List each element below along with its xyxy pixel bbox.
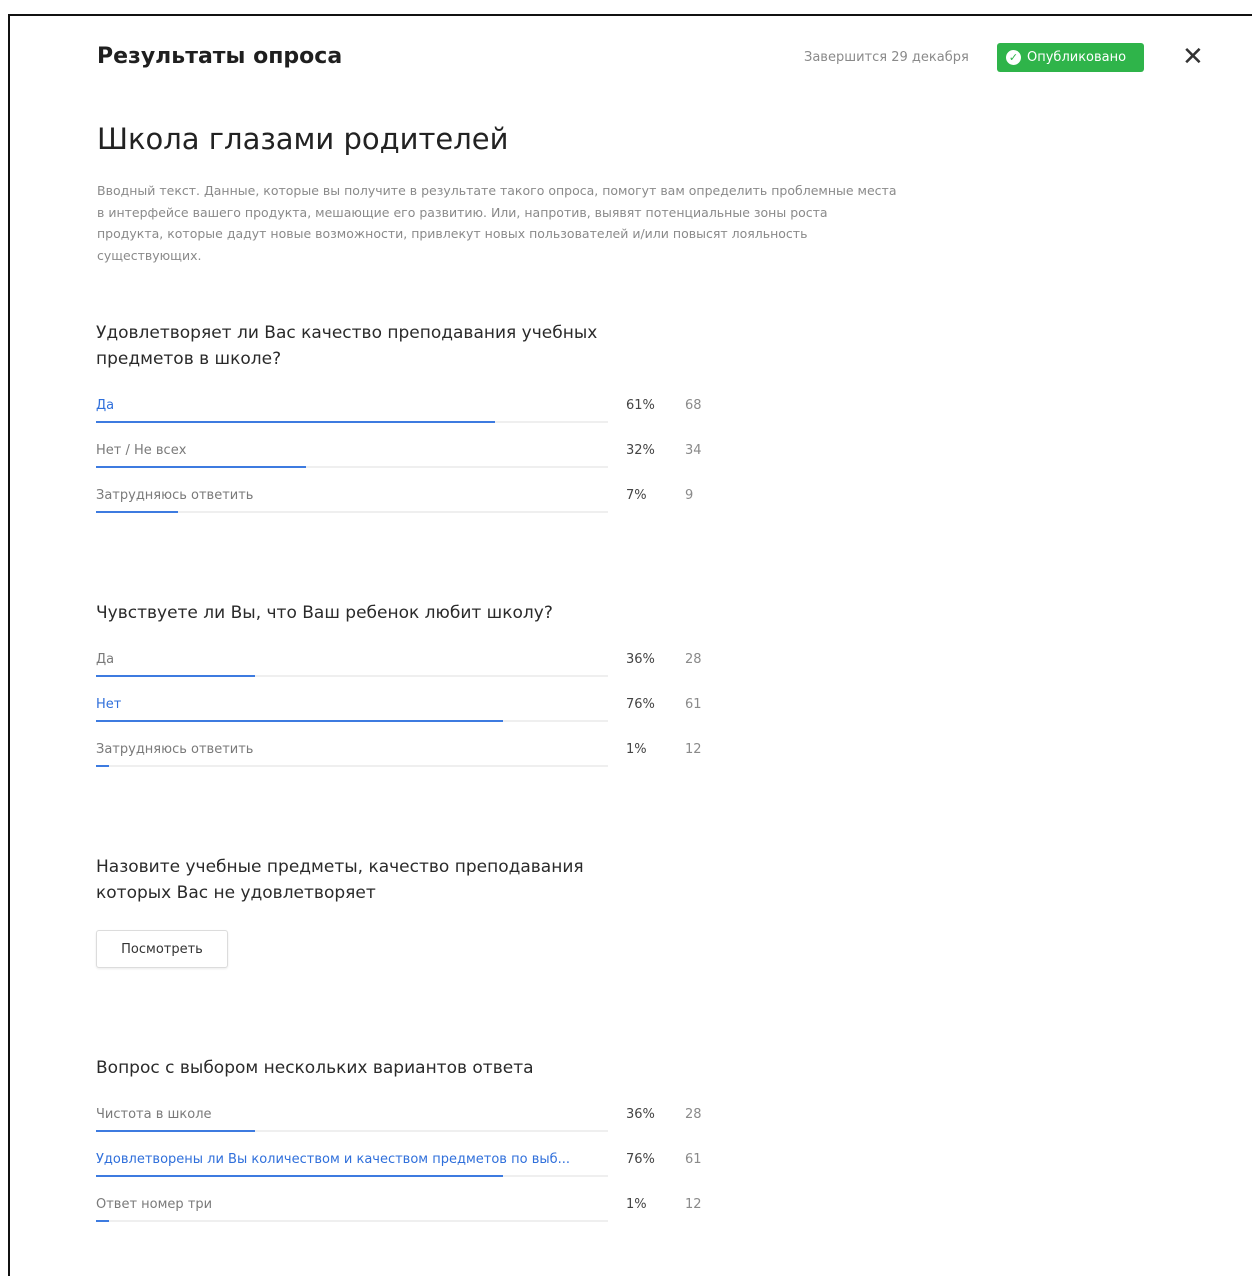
answer-label: Затрудняюсь ответить [96, 488, 254, 503]
answer-percent: 36% [626, 1107, 655, 1122]
progress-fill [96, 466, 306, 468]
answer-count: 61 [685, 1152, 702, 1167]
status-badge-label: Опубликовано [1027, 50, 1127, 65]
progress-track [96, 1130, 608, 1132]
answer-percent: 61% [626, 398, 655, 413]
progress-track [96, 675, 608, 677]
answer-count: 34 [685, 443, 702, 458]
question-title: Удовлетворяет ли Вас качество преподаван… [96, 323, 598, 369]
answer-percent: 1% [626, 742, 647, 757]
survey-title: Школа глазами родителей [97, 122, 509, 156]
check-circle-icon: ✓ [1006, 50, 1021, 65]
answer-count: 28 [685, 652, 702, 667]
answer-count: 9 [685, 488, 694, 503]
answer-option: Ответ номер три 1% 12 [96, 1197, 716, 1242]
question-2: Чувствуете ли Вы, что Ваш ребенок любит … [96, 600, 636, 626]
answer-option: Нет / Не всех 32% 34 [96, 443, 716, 488]
progress-fill [96, 765, 109, 767]
progress-track [96, 720, 608, 722]
answer-option: Затрудняюсь ответить 1% 12 [96, 742, 716, 787]
answer-label: Ответ номер три [96, 1197, 213, 1212]
progress-fill [96, 1220, 109, 1222]
answer-percent: 32% [626, 443, 655, 458]
question-title: Назовите учебные предметы, качество преп… [96, 857, 584, 903]
progress-fill [96, 675, 255, 677]
answer-percent: 36% [626, 652, 655, 667]
progress-fill [96, 511, 178, 513]
progress-track [96, 466, 608, 468]
answer-label: Чистота в школе [96, 1107, 212, 1122]
close-icon[interactable]: ✕ [1182, 44, 1204, 70]
answer-option: Нет 76% 61 [96, 697, 716, 742]
answer-count: 61 [685, 697, 702, 712]
answer-percent: 76% [626, 697, 655, 712]
progress-track [96, 511, 608, 513]
answer-option: Затрудняюсь ответить 7% 9 [96, 488, 716, 533]
progress-track [96, 765, 608, 767]
answer-count: 12 [685, 742, 702, 757]
status-badge: ✓ Опубликовано [997, 43, 1144, 72]
answer-count: 68 [685, 398, 702, 413]
dialog-header: Результаты опроса Завершится 29 декабря … [97, 42, 1207, 74]
answer-option: Да 61% 68 [96, 398, 716, 443]
answer-label: Затрудняюсь ответить [96, 742, 254, 757]
answer-label: Нет [96, 697, 122, 712]
survey-intro: Вводный текст. Данные, которые вы получи… [97, 183, 897, 263]
page-title: Результаты опроса [97, 44, 343, 69]
progress-fill [96, 1130, 255, 1132]
answer-count: 28 [685, 1107, 702, 1122]
progress-track [96, 421, 608, 423]
answer-percent: 7% [626, 488, 647, 503]
progress-fill [96, 720, 504, 722]
progress-fill [96, 421, 496, 423]
answer-label: Да [96, 652, 115, 667]
answer-percent: 76% [626, 1152, 655, 1167]
question-4: Вопрос с выбором нескольких вариантов от… [96, 1055, 696, 1081]
answer-label: Удовлетворены ли Вы количеством и качест… [96, 1152, 571, 1167]
question-3: Назовите учебные предметы, качество преп… [96, 854, 656, 906]
progress-track [96, 1220, 608, 1222]
answer-option: Чистота в школе 36% 28 [96, 1107, 716, 1152]
answer-percent: 1% [626, 1197, 647, 1212]
progress-track [96, 1175, 608, 1177]
question-1: Удовлетворяет ли Вас качество преподаван… [96, 320, 636, 372]
question-title: Чувствуете ли Вы, что Ваш ребенок любит … [96, 603, 553, 623]
question-title: Вопрос с выбором нескольких вариантов от… [96, 1058, 534, 1078]
answer-label: Нет / Не всех [96, 443, 187, 458]
deadline-text: Завершится 29 декабря [804, 50, 969, 65]
view-answers-button[interactable]: Посмотреть [96, 930, 228, 968]
answer-label: Да [96, 398, 115, 413]
answer-option: Да 36% 28 [96, 652, 716, 697]
progress-fill [96, 1175, 504, 1177]
answer-count: 12 [685, 1197, 702, 1212]
answer-option: Удовлетворены ли Вы количеством и качест… [96, 1152, 716, 1197]
